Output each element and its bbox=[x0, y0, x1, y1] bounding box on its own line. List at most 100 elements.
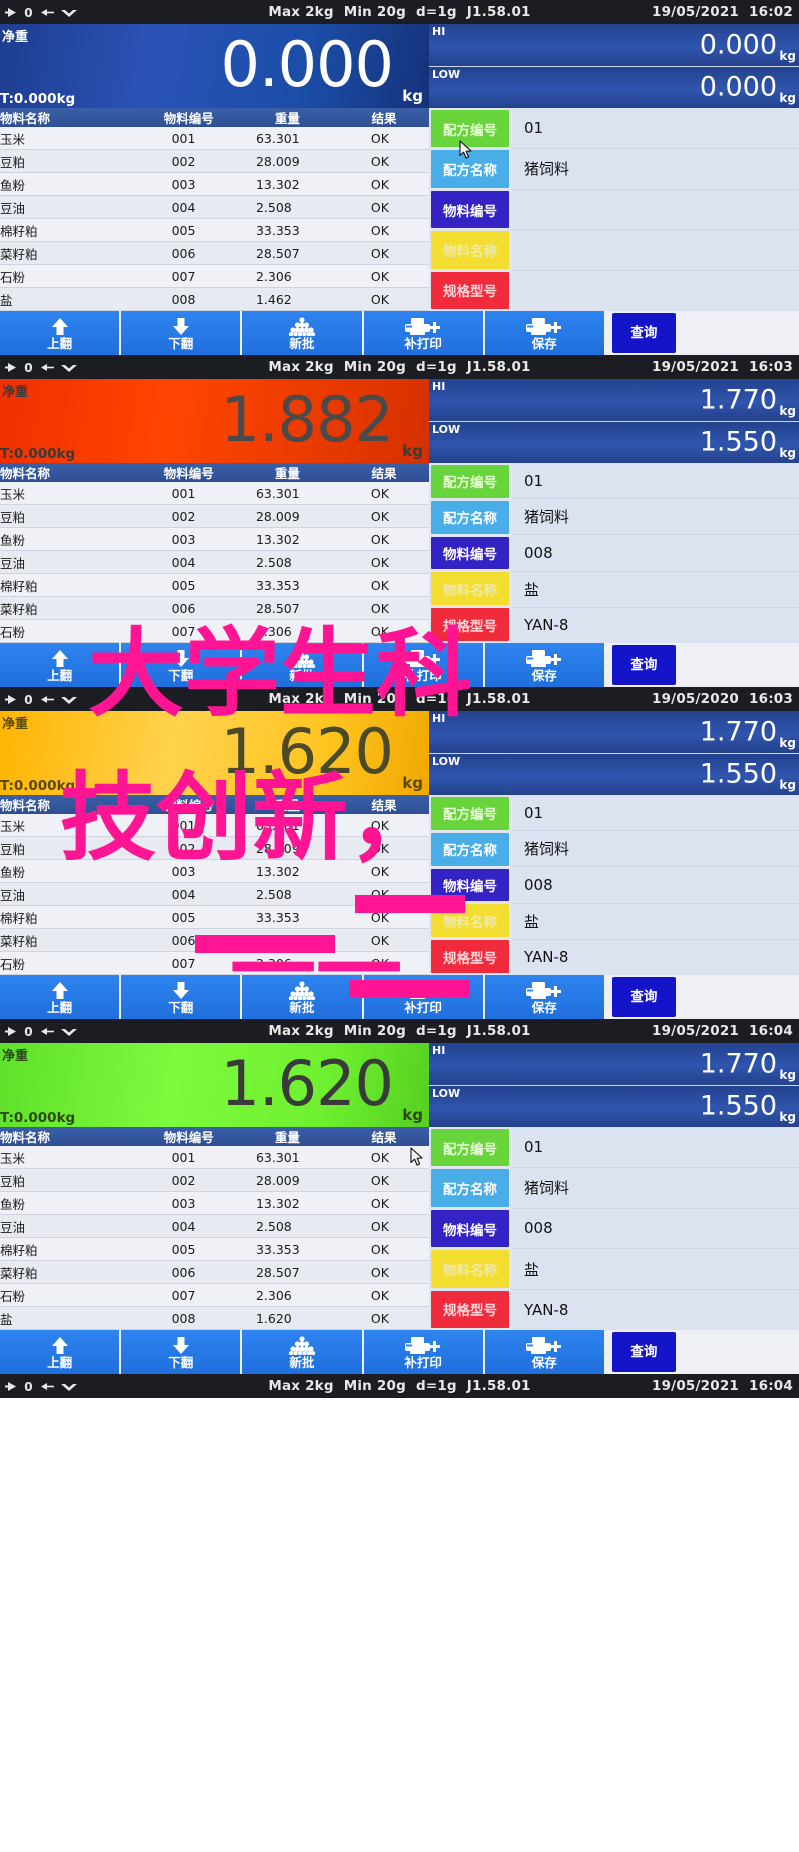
table-row[interactable]: 菜籽粕 006 28.507 OK bbox=[0, 596, 429, 620]
table-row[interactable]: 玉米 001 63.301 OK bbox=[0, 1146, 429, 1169]
field-value-4[interactable]: 盐 bbox=[512, 904, 799, 940]
field-value-3[interactable] bbox=[512, 190, 799, 231]
table-row[interactable]: 盐 008 1.462 OK bbox=[0, 287, 429, 311]
field-label-4[interactable]: 物料名称 bbox=[431, 572, 509, 606]
table-row[interactable]: 玉米 001 63.301 OK bbox=[0, 482, 429, 505]
toolbar-button-printer-plus[interactable]: 补打印 bbox=[363, 975, 485, 1019]
field-label-3[interactable]: 物料编号 bbox=[431, 1209, 509, 1248]
field-value-2[interactable]: 猪饲料 bbox=[512, 499, 799, 536]
toolbar-button-arrow-down[interactable]: 下翻 bbox=[121, 311, 243, 355]
field-label-4[interactable]: 物料名称 bbox=[431, 1250, 509, 1288]
table-row[interactable]: 棉籽粕 005 33.353 OK bbox=[0, 1237, 429, 1261]
table-row[interactable]: 豆粕 002 28.009 OK bbox=[0, 504, 429, 528]
table-row[interactable]: 石粉 007 2.306 OK bbox=[0, 951, 429, 975]
field-value-4[interactable] bbox=[512, 230, 799, 272]
query-button[interactable]: 查询 bbox=[611, 977, 676, 1017]
table-row[interactable]: 玉米 001 63.301 OK bbox=[0, 814, 429, 837]
toolbar-button-arrow-up[interactable]: 上翻 bbox=[0, 643, 122, 687]
table-row[interactable]: 豆油 004 2.508 OK bbox=[0, 1214, 429, 1238]
query-button[interactable]: 查询 bbox=[611, 313, 676, 353]
table-row[interactable]: 棉籽粕 005 33.353 OK bbox=[0, 905, 429, 929]
table-row[interactable]: 石粉 007 2.306 OK bbox=[0, 264, 429, 288]
query-button[interactable]: 查询 bbox=[611, 645, 676, 685]
field-label-3[interactable]: 物料编号 bbox=[431, 190, 509, 229]
toolbar-button-arrow-up[interactable]: 上翻 bbox=[0, 1330, 122, 1374]
table-row[interactable]: 菜籽粕 006 28.507 OK bbox=[0, 1260, 429, 1284]
field-value-3[interactable]: 008 bbox=[512, 867, 799, 904]
table-row[interactable]: 菜籽粕 006 28.507 OK bbox=[0, 928, 429, 952]
field-value-1[interactable]: 01 bbox=[512, 463, 799, 500]
field-label-5[interactable]: 规格型号 bbox=[431, 608, 509, 641]
field-value-2[interactable]: 猪饲料 bbox=[512, 831, 799, 868]
field-label-2[interactable]: 配方名称 bbox=[431, 832, 509, 866]
field-value-3[interactable]: 008 bbox=[512, 1209, 799, 1250]
toolbar-button-printer-plus[interactable]: 补打印 bbox=[363, 311, 485, 355]
toolbar-button-printer-plus[interactable]: 补打印 bbox=[363, 643, 485, 687]
toolbar-button-batch[interactable]: 新批 bbox=[242, 975, 364, 1019]
field-label-5[interactable]: 规格型号 bbox=[431, 271, 509, 310]
field-value-5[interactable]: YAN-8 bbox=[512, 940, 799, 975]
field-value-4[interactable]: 盐 bbox=[512, 572, 799, 608]
field-label-3[interactable]: 物料编号 bbox=[431, 868, 509, 902]
field-value-2[interactable]: 猪饲料 bbox=[512, 1168, 799, 1209]
table-row[interactable]: 棉籽粕 005 33.353 OK bbox=[0, 218, 429, 242]
table-row[interactable]: 鱼粉 003 13.302 OK bbox=[0, 172, 429, 196]
field-label-1[interactable]: 配方编号 bbox=[431, 110, 509, 148]
table-row[interactable]: 玉米 001 63.301 OK bbox=[0, 127, 429, 150]
field-label-1[interactable]: 配方编号 bbox=[431, 797, 509, 830]
table-row[interactable]: 豆油 004 2.508 OK bbox=[0, 195, 429, 219]
field-label-column: 配方编号 配方名称 物料编号 物料名称 规格型号 bbox=[429, 795, 512, 975]
field-label-2[interactable]: 配方名称 bbox=[431, 1169, 509, 1207]
toolbar-button-arrow-down[interactable]: 下翻 bbox=[121, 1330, 243, 1374]
table-row[interactable]: 豆油 004 2.508 OK bbox=[0, 882, 429, 906]
cell-result: OK bbox=[338, 1237, 429, 1261]
field-value-1[interactable]: 01 bbox=[512, 1127, 799, 1168]
table-row[interactable]: 菜籽粕 006 28.507 OK bbox=[0, 241, 429, 265]
field-value-3[interactable]: 008 bbox=[512, 535, 799, 572]
table-row[interactable]: 豆粕 002 28.009 OK bbox=[0, 149, 429, 173]
toolbar-button-printer-save[interactable]: 保存 bbox=[484, 975, 606, 1019]
field-label-5[interactable]: 规格型号 bbox=[431, 1290, 509, 1329]
toolbar-button-printer-save[interactable]: 保存 bbox=[484, 311, 606, 355]
field-value-5[interactable] bbox=[512, 271, 799, 311]
table-row[interactable]: 石粉 007 2.306 OK bbox=[0, 1283, 429, 1307]
table-row[interactable]: 鱼粉 003 13.302 OK bbox=[0, 1191, 429, 1215]
stable-icon bbox=[61, 364, 77, 372]
table-row[interactable]: 石粉 007 2.306 OK bbox=[0, 619, 429, 643]
query-button[interactable]: 查询 bbox=[611, 1332, 676, 1372]
field-label-1[interactable]: 配方编号 bbox=[431, 1129, 509, 1167]
toolbar-button-printer-plus[interactable]: 补打印 bbox=[363, 1330, 485, 1374]
toolbar-button-arrow-up[interactable]: 上翻 bbox=[0, 975, 122, 1019]
toolbar-button-printer-save[interactable]: 保存 bbox=[484, 1330, 606, 1374]
field-label-4[interactable]: 物料名称 bbox=[431, 904, 509, 938]
field-value-4[interactable]: 盐 bbox=[512, 1249, 799, 1291]
field-value-2[interactable]: 猪饲料 bbox=[512, 149, 799, 190]
field-label-3[interactable]: 物料编号 bbox=[431, 536, 509, 570]
field-value-5[interactable]: YAN-8 bbox=[512, 1290, 799, 1330]
toolbar-button-arrow-down[interactable]: 下翻 bbox=[121, 975, 243, 1019]
table-row[interactable]: 盐 008 1.620 OK bbox=[0, 1306, 429, 1330]
arrow-left-small-icon bbox=[41, 8, 54, 16]
toolbar-button-printer-save[interactable]: 保存 bbox=[484, 643, 606, 687]
field-value-1[interactable]: 01 bbox=[512, 795, 799, 832]
header-material-code: 物料编号 bbox=[141, 108, 236, 127]
table-row[interactable]: 豆油 004 2.508 OK bbox=[0, 550, 429, 574]
field-label-5[interactable]: 规格型号 bbox=[431, 940, 509, 973]
toolbar-button-batch[interactable]: 新批 bbox=[242, 643, 364, 687]
field-value-1[interactable]: 01 bbox=[512, 108, 799, 149]
table-row[interactable]: 鱼粉 003 13.302 OK bbox=[0, 527, 429, 551]
panel-body: 物料名称 物料编号 重量 结果 玉米 001 63.301 OK 豆粕 002 28.009 OK 鱼粉… bbox=[0, 795, 799, 975]
field-label-1[interactable]: 配方编号 bbox=[431, 465, 509, 498]
table-row[interactable]: 鱼粉 003 13.302 OK bbox=[0, 859, 429, 883]
field-label-4[interactable]: 物料名称 bbox=[431, 231, 509, 269]
toolbar-button-arrow-up[interactable]: 上翻 bbox=[0, 311, 122, 355]
table-row[interactable]: 棉籽粕 005 33.353 OK bbox=[0, 573, 429, 597]
field-value-5[interactable]: YAN-8 bbox=[512, 608, 799, 643]
toolbar-button-batch[interactable]: 新批 bbox=[242, 1330, 364, 1374]
table-row[interactable]: 豆粕 002 28.009 OK bbox=[0, 836, 429, 860]
field-label-2[interactable]: 配方名称 bbox=[431, 150, 509, 188]
toolbar-button-batch[interactable]: 新批 bbox=[242, 311, 364, 355]
field-label-2[interactable]: 配方名称 bbox=[431, 500, 509, 534]
toolbar-button-arrow-down[interactable]: 下翻 bbox=[121, 643, 243, 687]
table-row[interactable]: 豆粕 002 28.009 OK bbox=[0, 1168, 429, 1192]
